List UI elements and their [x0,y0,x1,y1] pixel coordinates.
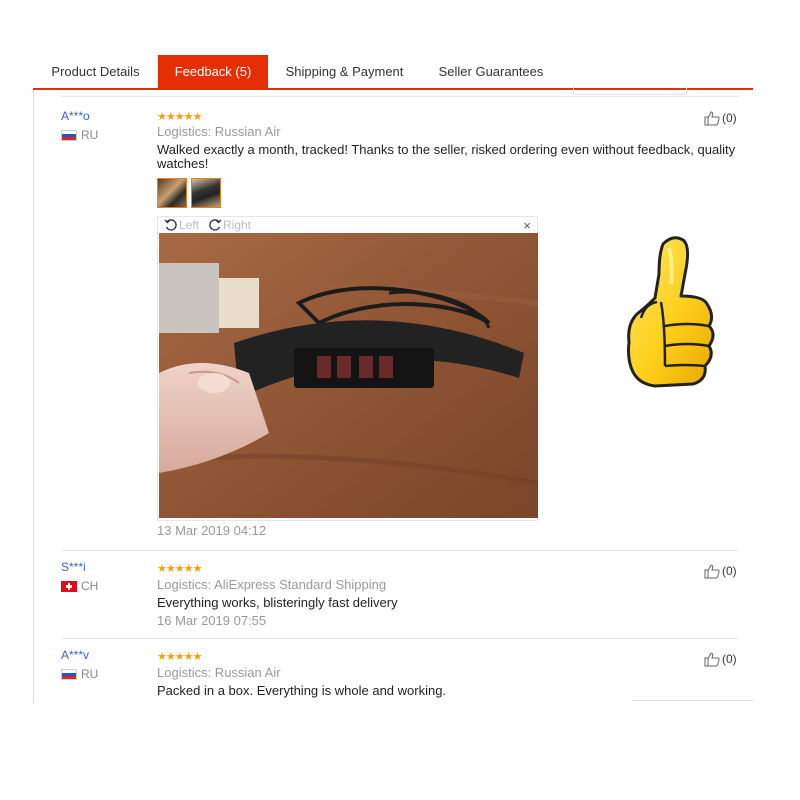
viewer-toolbar: Left Right × [158,217,537,234]
tab-shipping-payment[interactable]: Shipping & Payment [268,55,421,88]
reviewer-country: RU [61,667,98,681]
divider [61,96,739,97]
review-item: A***v RU ★★★★★ Logistics: Russian Air Pa… [33,638,753,703]
thumbs-up-icon [704,652,720,667]
review-text: Packed in a box. Everything is whole and… [157,683,447,698]
review-date: 16 Mar 2019 07:55 [157,613,267,628]
panel-border [33,90,34,703]
reviewer-name[interactable]: A***v [61,648,89,662]
flag-icon [61,668,77,680]
flag-icon [61,129,77,141]
star-rating: ★★★★★ [157,651,202,663]
tab-seller-guarantees[interactable]: Seller Guarantees [421,55,561,88]
logistics-info: Logistics: AliExpress Standard Shipping [157,577,387,592]
photo-thumbnail[interactable] [157,178,187,208]
star-rating: ★★★★★ [157,563,202,575]
reviewer-name[interactable]: S***i [61,560,86,574]
reviewer-name[interactable]: A***o [61,109,90,123]
country-code: RU [81,667,99,681]
helpful-button[interactable]: (0) [703,651,737,667]
logistics-info: Logistics: Russian Air [157,665,281,680]
review-item: S***i CH ★★★★★ Logistics: AliExpress Sta… [33,550,753,635]
flag-icon [61,580,77,592]
thumbs-up-icon [704,111,720,126]
rotate-right-button[interactable]: Right [208,218,251,232]
helpful-count: (0) [722,652,737,666]
divider [61,550,739,551]
reviewer-country: CH [61,579,98,593]
thumbs-up-icon [627,236,715,388]
review-photo [159,233,538,518]
divider [61,638,739,639]
country-code: CH [81,579,99,593]
tab-feedback[interactable]: Feedback (5) [158,55,268,88]
review-text: Walked exactly a month, tracked! Thanks … [157,142,736,171]
sort-control-edge [573,85,687,95]
helpful-button[interactable]: (0) [703,110,737,126]
helpful-count: (0) [722,564,737,578]
rotate-left-icon [164,219,177,231]
rotate-left-label: Left [179,218,200,232]
star-rating: ★★★★★ [157,111,202,123]
review-date: 13 Mar 2019 04:12 [157,523,267,538]
panel-border [632,700,753,701]
photo-thumbnails [157,178,221,208]
helpful-button[interactable]: (0) [703,563,737,579]
country-code: RU [81,128,99,142]
photo-thumbnail[interactable] [191,178,221,208]
review-photo-image [159,233,538,518]
rotate-right-label: Right [223,218,252,232]
logistics-info: Logistics: Russian Air [157,124,281,139]
thumbs-up-icon [704,564,720,579]
rotate-right-icon [209,219,222,231]
close-icon[interactable]: × [523,218,531,233]
reviewer-country: RU [61,128,98,142]
rotate-left-button[interactable]: Left [164,218,199,232]
photo-viewer: Left Right × [157,216,538,521]
helpful-count: (0) [722,111,737,125]
review-text: Everything works, blisteringly fast deli… [157,595,398,610]
tab-product-details[interactable]: Product Details [33,55,158,88]
